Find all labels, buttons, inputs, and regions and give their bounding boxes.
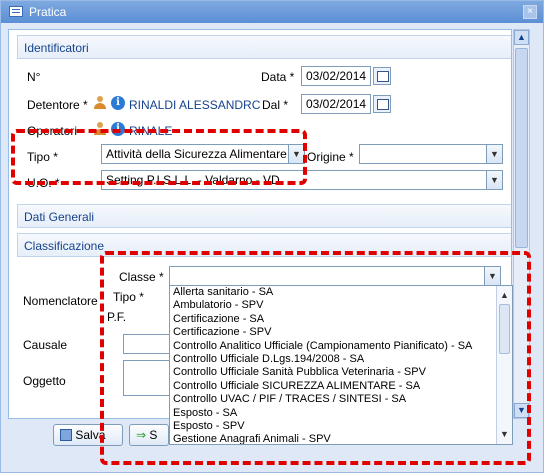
calendar-icon[interactable] bbox=[373, 67, 391, 85]
main-scrollbar[interactable]: ▲ ▼ bbox=[513, 29, 530, 419]
list-item[interactable]: Controllo Ufficiale Sanità Pubblica Vete… bbox=[170, 366, 512, 379]
chevron-down-icon[interactable]: ▼ bbox=[486, 170, 503, 190]
dal-field[interactable]: 03/02/2014 bbox=[301, 94, 371, 114]
identificatori-header[interactable]: Identificatori bbox=[17, 35, 511, 59]
list-item[interactable]: Controllo Analitico Ufficiale (Campionam… bbox=[170, 340, 512, 353]
list-item[interactable]: Controllo Ufficiale SICUREZZA ALIMENTARE… bbox=[170, 380, 512, 393]
list-item[interactable]: Esposto - SPV bbox=[170, 420, 512, 433]
nomenclatore-label: Nomenclatore bbox=[23, 294, 98, 308]
pratica-window: Pratica × Identificatori N° Data * 03/02… bbox=[0, 0, 544, 473]
save-label: Salva bbox=[75, 428, 106, 442]
calendar-icon[interactable] bbox=[373, 95, 391, 113]
classe-label: Classe * bbox=[119, 270, 164, 284]
origine-label: Origine * bbox=[307, 150, 354, 164]
tipo-label: Tipo * bbox=[27, 150, 58, 164]
oggetto-field[interactable] bbox=[123, 360, 171, 396]
list-item[interactable]: Ambulatorio - SPV bbox=[170, 299, 512, 312]
dati-generali-header[interactable]: Dati Generali bbox=[17, 204, 511, 228]
classe-combo[interactable] bbox=[169, 266, 485, 286]
operatori-value[interactable]: RINALE bbox=[129, 124, 172, 138]
dal-label: Dal * bbox=[262, 98, 289, 112]
arrow-right-icon: ⇒ bbox=[136, 428, 147, 442]
list-item[interactable]: Esposto - SA bbox=[170, 407, 512, 420]
detentore-value[interactable]: RINALDI ALESSANDRC bbox=[129, 98, 260, 112]
secondary-button[interactable]: ⇒ S bbox=[129, 424, 169, 446]
tipo-combo[interactable]: Attività della Sicurezza Alimentare bbox=[101, 144, 289, 164]
list-item[interactable]: Gestione Anagrafi Animali - SPV bbox=[170, 433, 512, 444]
info-icon[interactable]: i bbox=[111, 96, 125, 110]
title-bar: Pratica × bbox=[1, 1, 543, 23]
list-item[interactable]: Certificazione - SPV bbox=[170, 326, 512, 339]
list-item[interactable]: Allerta sanitario - SA bbox=[170, 286, 512, 299]
user-icon[interactable] bbox=[93, 96, 107, 110]
list-item[interactable]: Certificazione - SA bbox=[170, 313, 512, 326]
chevron-down-icon[interactable]: ▼ bbox=[484, 266, 501, 286]
dropdown-scrollbar[interactable]: ▲ ▼ bbox=[496, 286, 512, 444]
save-button[interactable]: Salva bbox=[53, 424, 123, 446]
n-label: N° bbox=[27, 70, 41, 84]
chevron-down-icon[interactable]: ▼ bbox=[497, 427, 512, 442]
chevron-down-icon[interactable]: ▼ bbox=[288, 144, 305, 164]
scroll-thumb[interactable] bbox=[515, 48, 528, 248]
dropdown-scroll-thumb[interactable] bbox=[499, 304, 510, 354]
close-button[interactable]: × bbox=[523, 5, 537, 19]
causale-field[interactable] bbox=[123, 334, 171, 354]
classe-dropdown-list[interactable]: Allerta sanitario - SA Ambulatorio - SPV… bbox=[169, 285, 513, 445]
uo-label: U.O. * bbox=[27, 176, 60, 190]
operatori-label: Operatori bbox=[27, 124, 78, 138]
list-item[interactable]: Controllo UVAC / PIF / TRACES / SINTESI … bbox=[170, 393, 512, 406]
data-label: Data * bbox=[261, 70, 295, 84]
info-icon[interactable]: i bbox=[111, 122, 125, 136]
pf-label: P.F. bbox=[107, 310, 127, 324]
causale-label: Causale bbox=[23, 338, 68, 352]
secondary-label: S bbox=[149, 428, 158, 442]
scroll-up-icon[interactable]: ▲ bbox=[514, 30, 529, 45]
oggetto-label: Oggetto bbox=[23, 374, 66, 388]
chevron-down-icon[interactable]: ▼ bbox=[486, 144, 503, 164]
origine-combo[interactable] bbox=[359, 144, 487, 164]
scroll-down-icon[interactable]: ▼ bbox=[514, 403, 529, 418]
chevron-up-icon[interactable]: ▲ bbox=[497, 288, 512, 303]
tipo-classificazione-label: Tipo * bbox=[113, 290, 144, 304]
save-icon bbox=[60, 429, 72, 441]
uo-combo[interactable]: Setting P.I.S.L.L. - Valdarno - VD bbox=[101, 170, 487, 190]
window-icon bbox=[9, 6, 23, 17]
window-title: Pratica bbox=[29, 5, 67, 19]
classificazione-header[interactable]: Classificazione bbox=[17, 233, 511, 257]
list-item[interactable]: Controllo Ufficiale D.Lgs.194/2008 - SA bbox=[170, 353, 512, 366]
data-field[interactable]: 03/02/2014 bbox=[301, 66, 371, 86]
detentore-label: Detentore * bbox=[27, 98, 88, 112]
user-icon[interactable] bbox=[93, 122, 107, 136]
